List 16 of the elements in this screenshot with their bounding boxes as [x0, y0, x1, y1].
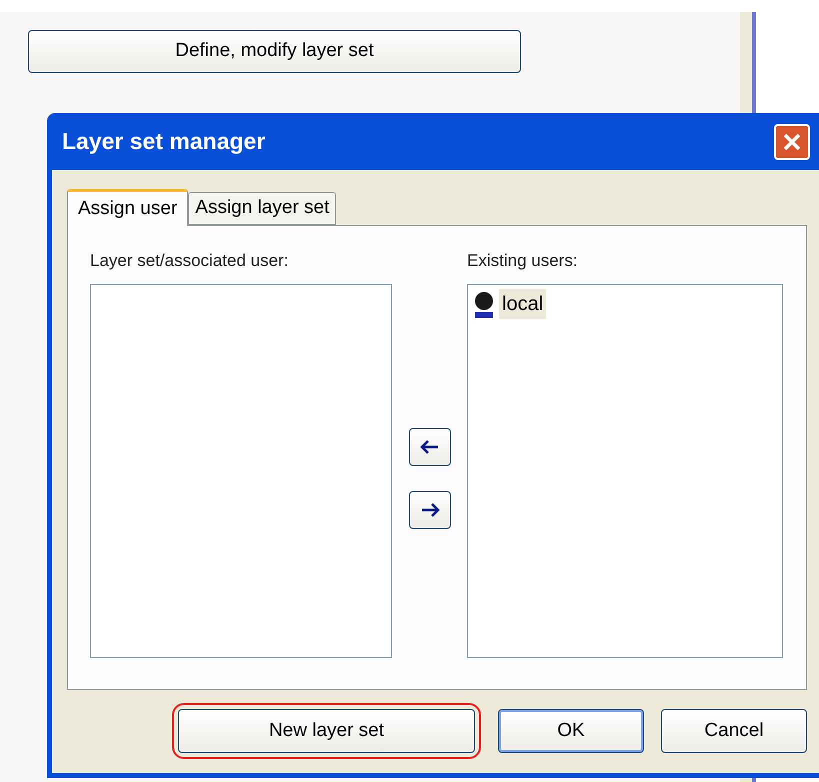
- user-list-item[interactable]: local: [499, 289, 546, 319]
- dialog-tab[interactable]: Assign layer set: [188, 192, 336, 225]
- dialog-button[interactable]: Cancel: [661, 709, 807, 753]
- list-label: Layer set/associated user:: [90, 250, 290, 272]
- move-right-button[interactable]: [408, 491, 450, 529]
- left-arrow-icon: [420, 439, 440, 455]
- dialog-button[interactable]: OK: [498, 709, 644, 753]
- close-icon: [782, 132, 802, 152]
- right-arrow-icon: [420, 502, 440, 518]
- list-label: Existing users:: [467, 250, 579, 272]
- dialog-tab[interactable]: Assign user: [67, 189, 188, 226]
- close-button[interactable]: [774, 124, 810, 160]
- move-left-button[interactable]: [408, 428, 450, 466]
- dialog-title: Layer set manager: [62, 127, 266, 156]
- define-layer-set-button[interactable]: Define, modify layer set: [28, 30, 521, 73]
- dialog-button[interactable]: New layer set: [178, 709, 475, 753]
